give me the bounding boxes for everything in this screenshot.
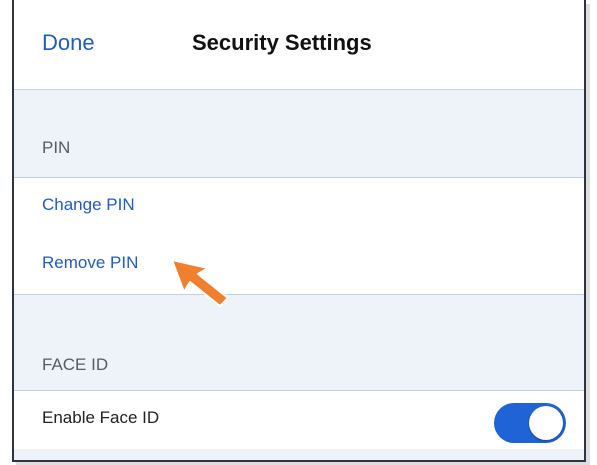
navigation-bar: Done Security Settings: [14, 0, 584, 90]
settings-screen: Done Security Settings PIN Change PIN Re…: [12, 0, 586, 462]
section-header-face-id: FACE ID: [42, 355, 109, 374]
section-header-pin: PIN: [42, 138, 71, 157]
remove-pin-row[interactable]: Remove PIN: [14, 236, 584, 295]
toggle-knob: [529, 406, 563, 440]
remove-pin-link[interactable]: Remove PIN: [42, 253, 138, 273]
pointer-arrow-icon: [171, 259, 229, 307]
done-button[interactable]: Done: [42, 30, 95, 56]
page-title: Security Settings: [192, 30, 372, 55]
bottom-group-gap: [14, 449, 584, 460]
face-id-toggle[interactable]: [494, 403, 566, 443]
change-pin-link[interactable]: Change PIN: [42, 195, 135, 215]
face-id-section-header-area: FACE ID: [14, 295, 584, 390]
enable-face-id-row: Enable Face ID: [14, 390, 584, 450]
pin-section-header-area: PIN: [14, 90, 584, 177]
change-pin-row[interactable]: Change PIN: [14, 177, 584, 237]
enable-face-id-label: Enable Face ID: [42, 408, 160, 427]
